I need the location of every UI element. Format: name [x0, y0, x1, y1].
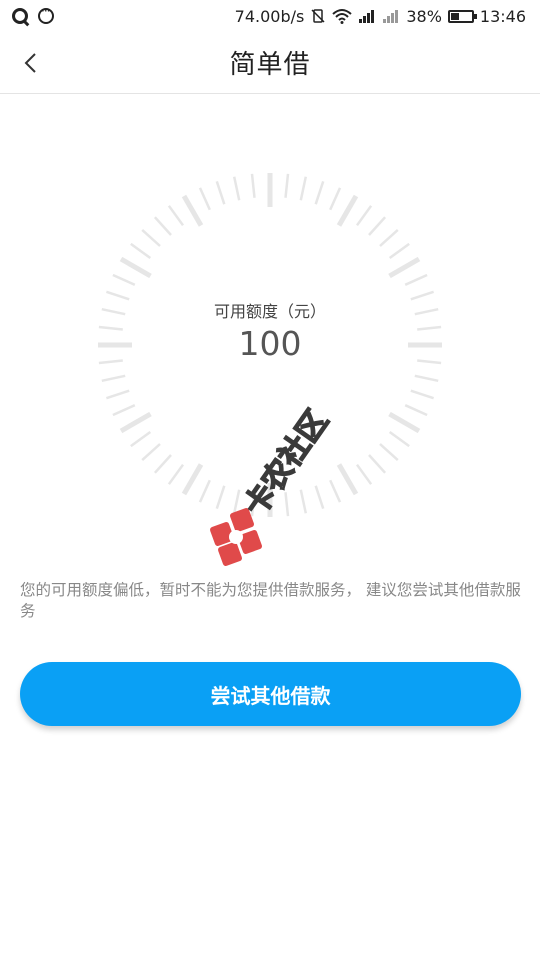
gauge-minor-tick [368, 216, 387, 236]
gauge-minor-tick [141, 228, 161, 247]
chevron-left-icon [24, 53, 36, 73]
network-speed: 74.00b/s [234, 6, 305, 26]
gauge-minor-tick [284, 492, 290, 517]
gauge-minor-tick [355, 205, 373, 227]
gauge-minor-tick [299, 176, 308, 201]
vibrate-off-icon [311, 9, 325, 23]
gauge-minor-tick [215, 181, 226, 205]
gauge-minor-tick [410, 389, 434, 400]
gauge-minor-tick [314, 181, 325, 205]
battery-fill [450, 12, 459, 20]
gauge-minor-tick [112, 273, 136, 286]
gauge-minor-tick [106, 389, 130, 400]
gauge-minor-tick [379, 228, 399, 247]
gauge-minor-tick [130, 242, 152, 260]
clock: 13:46 [479, 6, 526, 26]
gauge-label: 可用额度（元） [213, 302, 326, 321]
gauge-major-tick [181, 463, 204, 496]
gauge-minor-tick [379, 443, 399, 462]
gauge-major-tick [388, 411, 421, 434]
gauge-minor-tick [215, 485, 226, 509]
gauge-minor-tick [198, 187, 211, 211]
gauge-value: 100 [238, 324, 302, 363]
gauge-major-tick [119, 256, 152, 279]
gauge-minor-tick [101, 374, 126, 383]
status-bar: 74.00b/s 38% 13:46 [0, 0, 540, 32]
signal-icon [359, 10, 375, 23]
gauge-major-tick [336, 194, 359, 227]
try-other-loans-button[interactable]: 尝试其他借款 [20, 662, 521, 726]
gauge-minor-tick [167, 205, 185, 227]
gauge-minor-tick [299, 489, 308, 514]
nav-bar: 简单借 [0, 32, 540, 94]
gauge-minor-tick [130, 430, 152, 448]
gauge-minor-tick [388, 242, 410, 260]
gauge-minor-tick [250, 492, 256, 517]
gauge-major-tick [181, 194, 204, 227]
gauge-minor-tick [153, 216, 172, 236]
gauge-minor-tick [388, 430, 410, 448]
signal-weak-icon [383, 10, 399, 23]
gauge-minor-tick [232, 489, 241, 514]
gauge-minor-tick [329, 479, 342, 503]
gauge-minor-tick [198, 479, 211, 503]
status-right: 74.00b/s 38% 13:46 [235, 7, 526, 26]
gauge-minor-tick [329, 187, 342, 211]
gauge-minor-tick [404, 273, 428, 286]
low-credit-notice: 您的可用额度偏低，暂时不能为您提供借款服务， 建议您尝试其他借款服务 [20, 581, 521, 620]
gauge-minor-tick [284, 173, 290, 198]
chat-bubble-icon [38, 4, 54, 24]
gauge-minor-tick [153, 454, 172, 474]
gauge-minor-tick [314, 485, 325, 509]
gauge-minor-tick [355, 463, 373, 485]
gauge-minor-tick [112, 404, 136, 417]
gauge-minor-tick [232, 176, 241, 201]
gauge-major-tick [388, 256, 421, 279]
gauge-major-tick [336, 463, 359, 496]
battery-icon [447, 9, 477, 23]
gauge-minor-tick [404, 404, 428, 417]
gauge-minor-tick [368, 454, 387, 474]
gauge-minor-tick [141, 443, 161, 462]
gauge-major-tick [119, 411, 152, 434]
gauge-minor-tick [414, 374, 439, 383]
gauge-minor-tick [250, 173, 256, 198]
credit-gauge: 可用额度（元） 100 [95, 170, 445, 520]
battery-percent: 38% [406, 6, 442, 26]
gauge-minor-tick [167, 463, 185, 485]
qq-icon [12, 8, 28, 24]
back-button[interactable] [14, 46, 48, 80]
status-left [12, 4, 54, 24]
page-title: 简单借 [229, 50, 311, 80]
wifi-icon [332, 9, 352, 24]
